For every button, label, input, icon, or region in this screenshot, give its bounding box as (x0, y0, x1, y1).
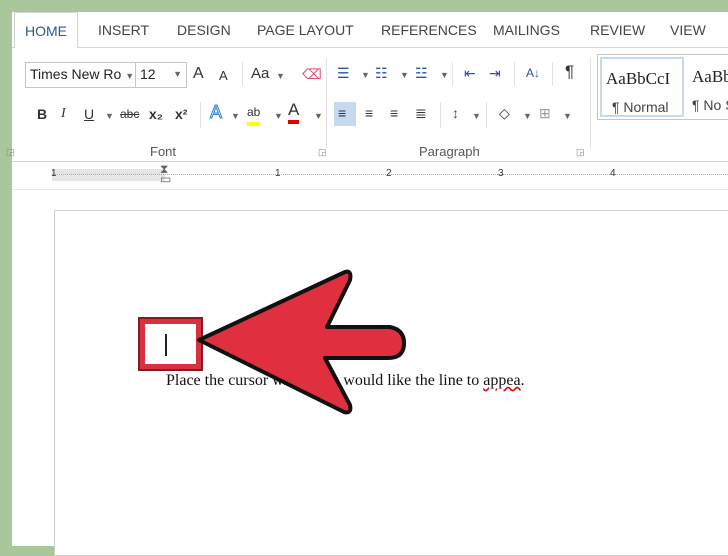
pointer-arrow-icon (197, 269, 407, 415)
